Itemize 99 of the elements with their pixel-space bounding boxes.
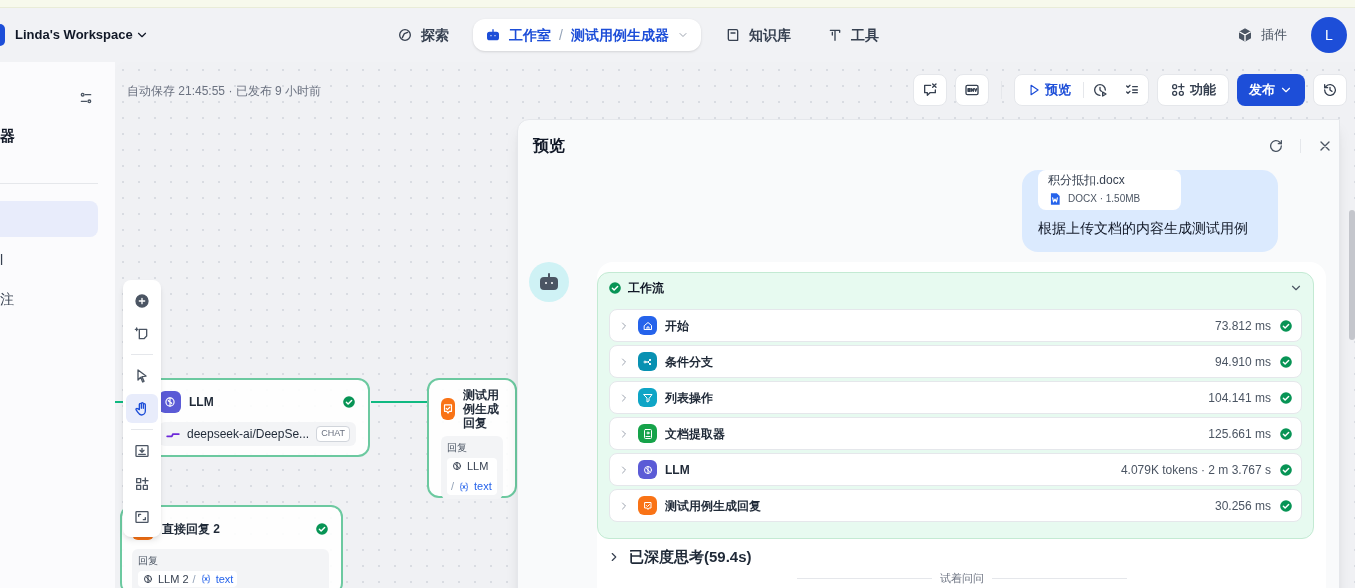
variable-name: text [215,571,234,587]
refresh-icon[interactable] [1268,138,1284,154]
workflow-step[interactable]: LLM 4.079K tokens · 2 m 3.767 s [609,453,1302,486]
reply-node-icon [441,398,455,420]
sidebar-item[interactable]: 注 [0,281,98,317]
path-separator: / [192,571,196,587]
workspace-logo [0,24,5,46]
add-icon [134,292,150,309]
llm-icon [638,460,657,479]
workflow-step[interactable]: 文档提取器 125.661 ms [609,417,1302,450]
nav-tab-label[interactable]: 探索 [421,24,449,46]
success-check-icon [608,281,622,295]
source-node-name: LLM 2 [158,571,189,587]
file-meta: DOCX · 1.50MB [1068,192,1141,206]
path-separator: / [451,479,455,495]
step-name: 列表操作 [665,389,713,407]
workspace-switcher[interactable]: Linda's Workspace [15,25,149,45]
source-node-name: LLM [467,458,489,474]
comment-toggle-button[interactable] [913,74,947,106]
reply-icon [638,496,657,515]
nav-tab-label[interactable]: 工作室 [509,24,551,46]
step-name: 开始 [665,317,689,335]
preview-button[interactable]: 预览 [1015,80,1083,100]
canvas-tool-button[interactable] [126,394,158,423]
node-title: 直接回复 2 [162,522,220,536]
export-image-icon [134,442,150,459]
env-icon [964,82,980,98]
variable-icon [458,480,471,493]
word-file-icon [1048,191,1062,206]
step-name: LLM [665,461,690,479]
variable-icon [199,573,212,585]
cube-icon [1237,27,1253,43]
step-name: 条件分支 [665,353,713,371]
suggestions-label: 试着问问 [940,572,984,584]
llm-icon [451,460,463,472]
message-text: 根据上传文档的内容生成测试用例 [1038,219,1249,238]
branch-icon [638,352,657,371]
file-name: 积分抵扣.docx [1048,173,1126,187]
workflow-step[interactable]: 条件分支 94.910 ms [609,345,1302,378]
history-icon [1322,82,1338,98]
environment-button[interactable] [955,74,989,106]
model-type-tag: CHAT [316,426,350,442]
sidebar-title: 器 [0,126,15,146]
user-avatar[interactable]: L [1311,17,1347,53]
thinking-label: 已深度思考(59.4s) [629,547,752,567]
workflow-node[interactable]: 直接回复 2 回复 LLM 2 / text [120,505,343,588]
settings-sliders-icon[interactable] [78,90,94,106]
publish-button[interactable]: 发布 [1237,74,1305,106]
field-label: 回复 [138,554,159,568]
variable-name: text [474,479,492,495]
step-duration: 30.256 ms [1214,497,1271,515]
bot-name[interactable]: 测试用例生成器 [570,24,669,46]
scrollbar-thumb[interactable] [1349,210,1355,340]
connector-line [371,401,427,403]
thinking-toggle[interactable]: 已深度思考(59.4s) [607,546,752,569]
nav-tab[interactable]: 工具 [814,19,891,51]
step-name: 文档提取器 [665,425,725,443]
nav-tab-label[interactable]: 知识库 [748,24,791,46]
nav-tab-label[interactable]: 工具 [850,24,879,46]
step-duration: 94.910 ms [1214,353,1271,371]
breadcrumb-separator: / [559,25,563,45]
add-note-icon [134,325,150,342]
workflow-step[interactable]: 开始 73.812 ms [609,309,1302,342]
nav-tab[interactable]: 知识库 [712,19,803,51]
node-title: LLM [189,395,214,409]
workflow-node[interactable]: 测试用例生成回复 回复 LLM / text [427,378,517,498]
workflow-title: 工作流 [628,280,664,297]
panel-title: 预览 [533,136,565,156]
autosave-status: 自动保存 21:45:55 · 已发布 9 小时前 [127,83,322,100]
node-title: 测试用例生成回复 [463,388,500,430]
plugins-button[interactable]: 插件 [1237,25,1287,45]
file-attachment[interactable]: 积分抵扣.docx DOCX · 1.50MB [1038,170,1181,210]
step-name: 测试用例生成回复 [665,497,761,515]
nav-tab[interactable]: 探索 [385,19,461,51]
robot-icon [485,27,501,43]
step-duration: 73.812 ms [1214,317,1271,335]
chat-close-icon [922,82,938,98]
play-icon [1027,83,1041,97]
nav-tab[interactable]: 工作室 / 测试用例生成器 [473,19,701,51]
fit-view-icon [134,508,150,525]
model-name: deepseek-ai/DeepSe... [187,426,310,443]
workflow-step[interactable]: 测试用例生成回复 30.256 ms [609,489,1302,522]
compass-icon [397,27,413,43]
llm-icon [142,573,154,585]
clock-play-icon [1092,82,1108,98]
step-duration: 104.141 ms [1208,389,1271,407]
field-label: 回复 [447,441,468,455]
home-icon [638,316,657,335]
features-button[interactable]: 功能 [1157,74,1229,106]
add-block-icon [134,475,150,492]
document-icon [638,424,657,443]
features-icon [1170,82,1186,98]
sidebar-item[interactable]: l [0,242,98,278]
step-duration: 4.079K tokens · 2 m 3.767 s [1120,461,1271,479]
version-history-button[interactable] [1313,74,1347,106]
step-duration: 125.661 ms [1208,425,1271,443]
workflow-step[interactable]: 列表操作 104.141 ms [609,381,1302,414]
filter-icon [638,388,657,407]
model-selector[interactable]: deepseek-ai/DeepSe... CHAT [159,422,356,446]
